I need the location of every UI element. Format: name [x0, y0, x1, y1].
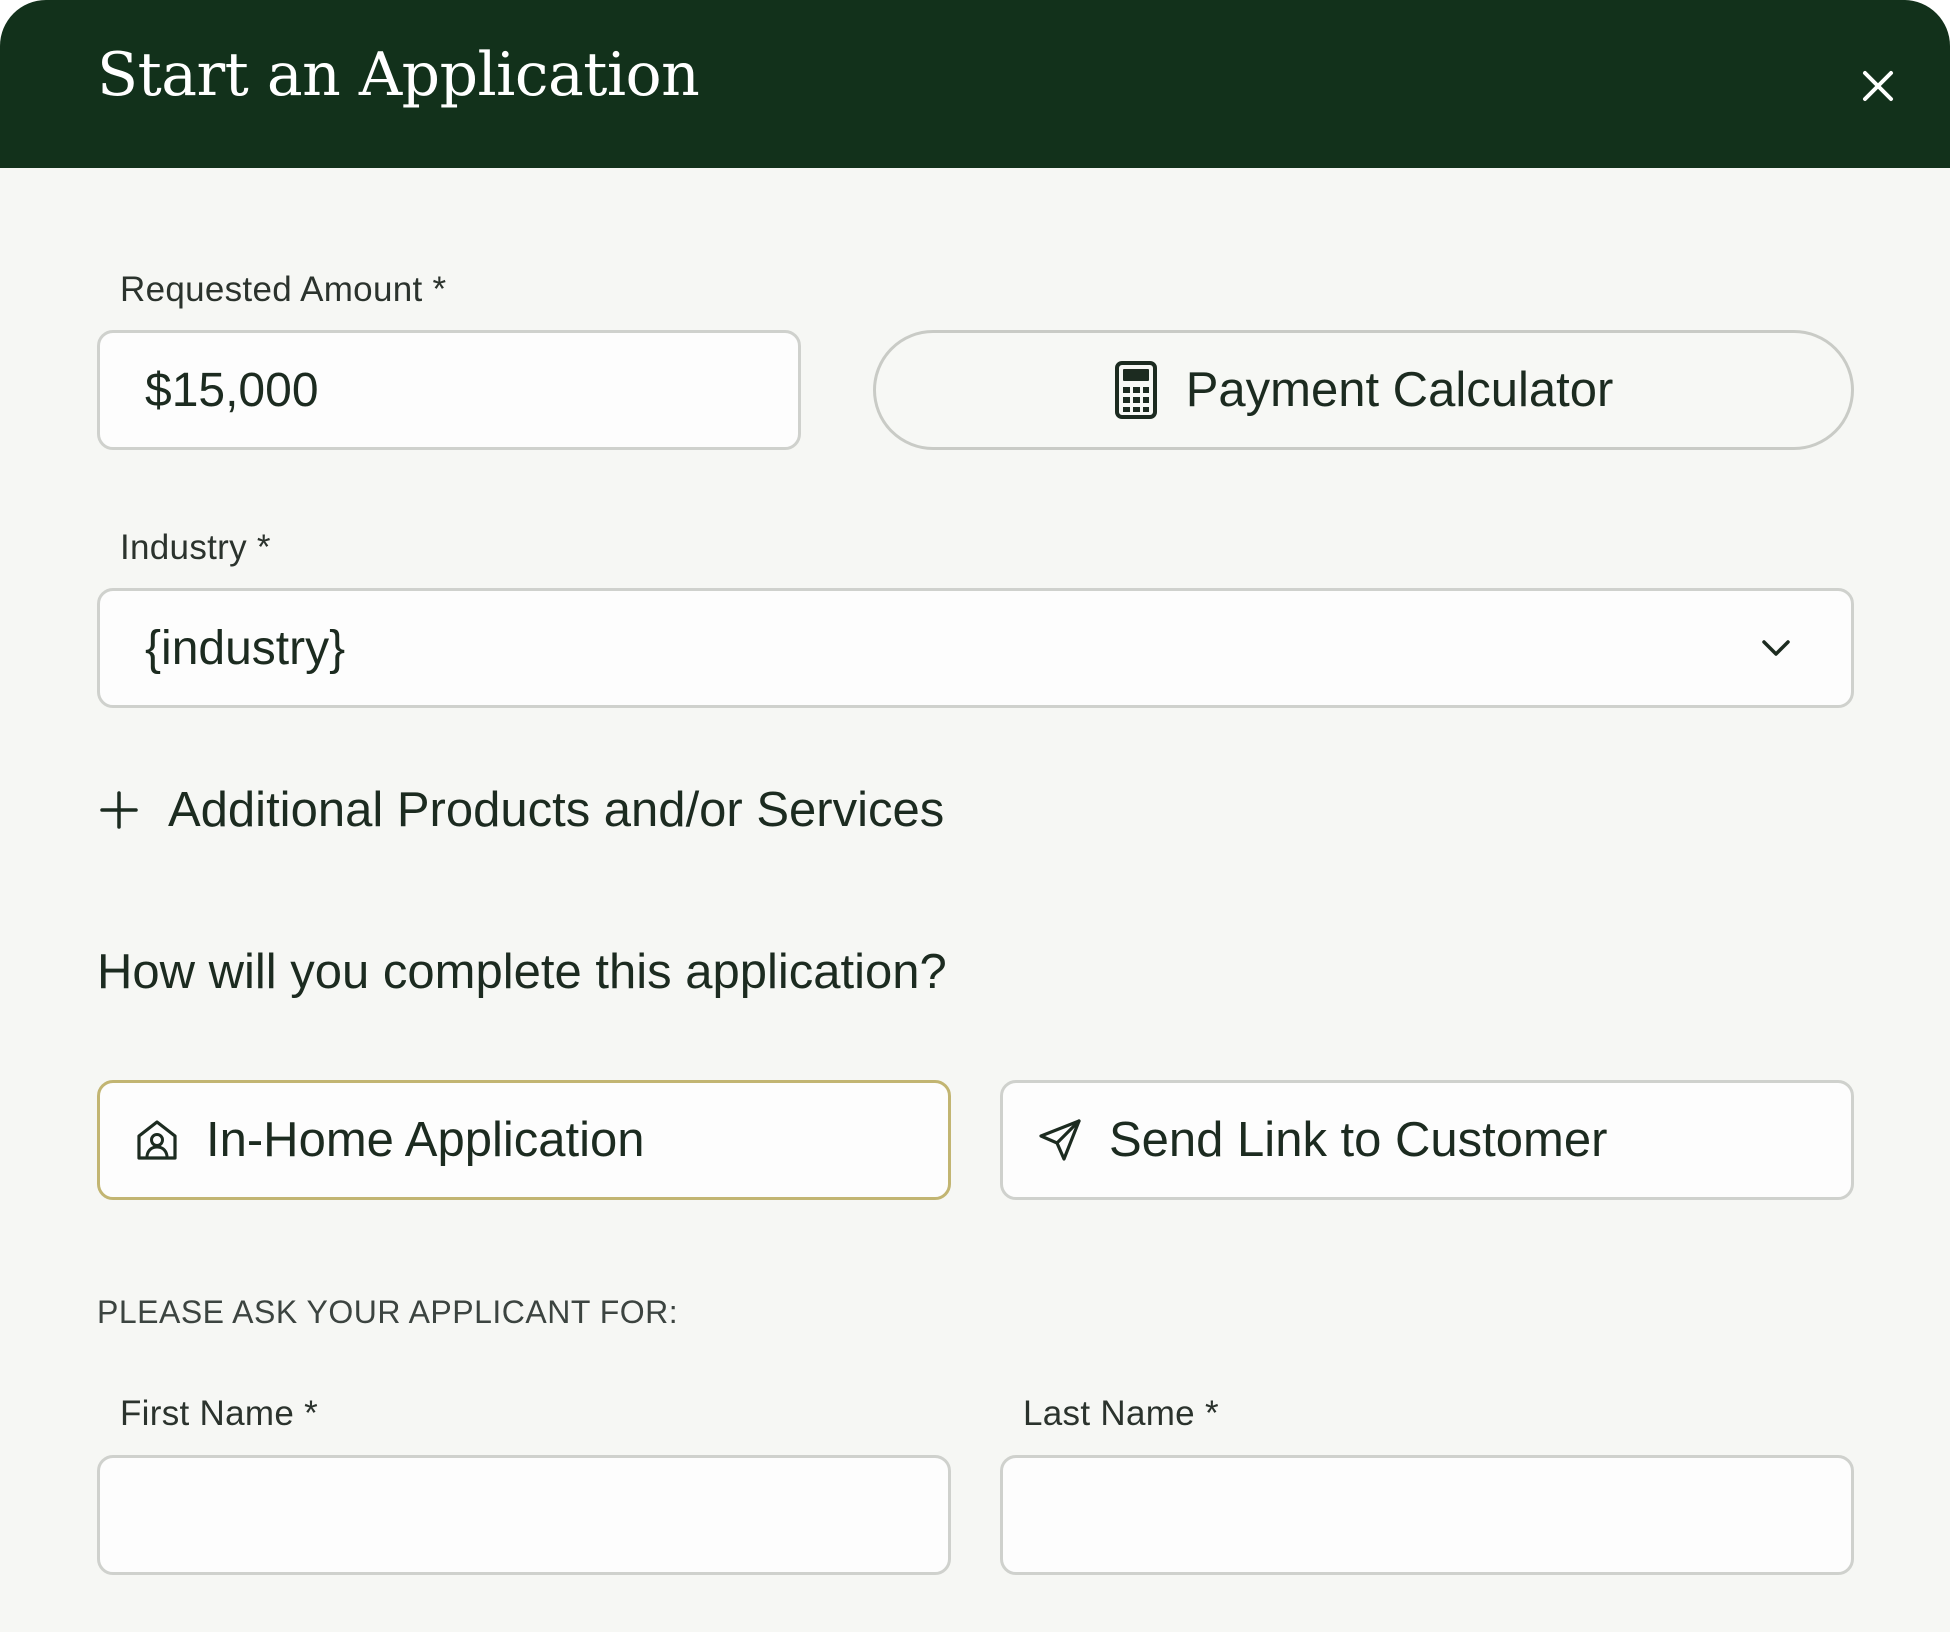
industry-select[interactable]: {industry}: [97, 588, 1854, 708]
payment-calculator-label: Payment Calculator: [1185, 363, 1614, 417]
add-products-services-label: Additional Products and/or Services: [168, 783, 945, 837]
industry-label: Industry *: [120, 528, 271, 567]
payment-calculator-button[interactable]: Payment Calculator: [873, 330, 1854, 450]
completion-question: How will you complete this application?: [97, 945, 947, 999]
last-name-label: Last Name *: [1023, 1394, 1219, 1433]
first-name-input[interactable]: [97, 1455, 951, 1575]
requested-amount-label: Requested Amount *: [120, 270, 447, 309]
start-application-modal: Start an Application Requested Amount * …: [0, 0, 1950, 1632]
send-icon: [1037, 1117, 1083, 1163]
first-name-label: First Name *: [120, 1394, 319, 1433]
in-home-application-option[interactable]: In-Home Application: [97, 1080, 951, 1200]
send-link-to-customer-option[interactable]: Send Link to Customer: [1000, 1080, 1854, 1200]
in-home-application-label: In-Home Application: [206, 1113, 645, 1167]
home-user-icon: [134, 1117, 180, 1163]
calculator-icon: [1114, 360, 1158, 420]
applicant-section-label: PLEASE ASK YOUR APPLICANT FOR:: [97, 1294, 679, 1330]
modal-header: Start an Application: [0, 0, 1950, 168]
send-link-to-customer-label: Send Link to Customer: [1109, 1113, 1608, 1167]
close-button[interactable]: [1850, 58, 1906, 114]
add-products-services-link[interactable]: Additional Products and/or Services: [97, 782, 944, 838]
requested-amount-value: $15,000: [145, 363, 319, 417]
modal-title: Start an Application: [97, 40, 700, 110]
last-name-input[interactable]: [1000, 1455, 1854, 1575]
close-icon: [1861, 69, 1895, 103]
plus-icon: [97, 788, 141, 832]
requested-amount-input[interactable]: $15,000: [97, 330, 801, 450]
chevron-down-icon: [1759, 631, 1793, 665]
industry-value: {industry}: [145, 621, 346, 675]
